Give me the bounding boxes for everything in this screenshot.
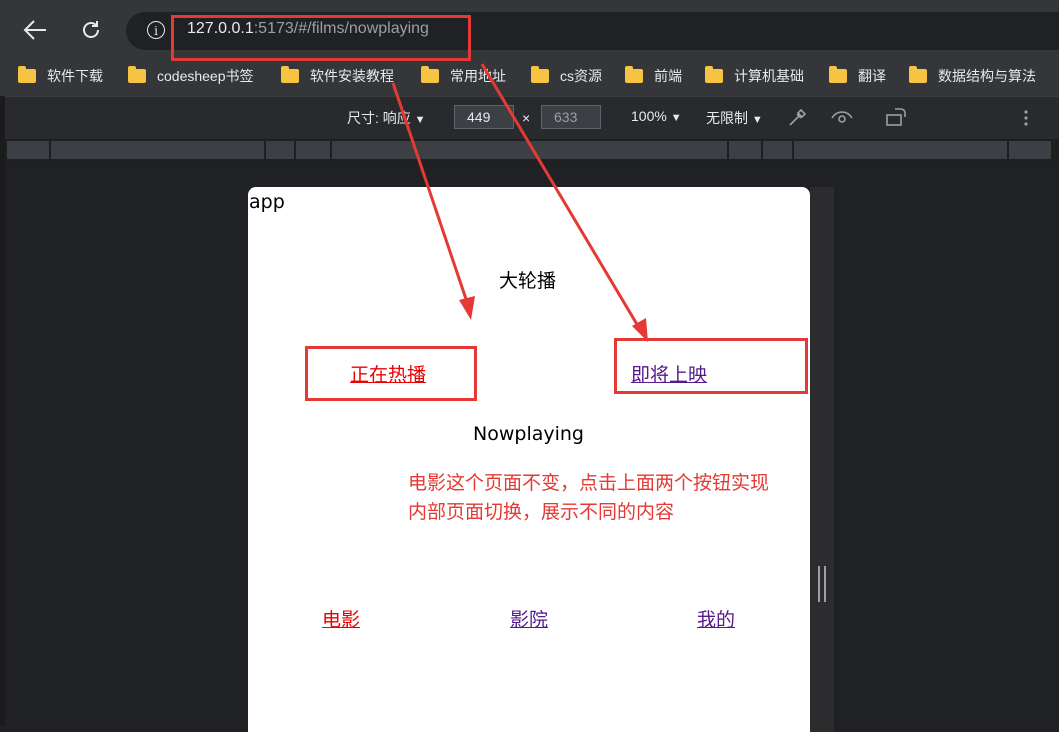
annotation-text-line2: 内部页面切换，展示不同的内容 [408,501,675,523]
annotation-arrows [391,63,648,342]
annotation-text-line1: 电影这个页面不变，点击上面两个按钮实现 [408,472,770,494]
